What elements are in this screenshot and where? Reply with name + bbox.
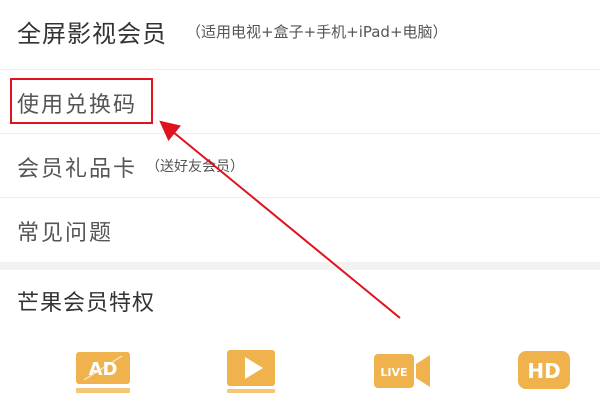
hd-icon[interactable]: HD [515, 342, 575, 400]
menu-item-gift-card[interactable]: 会员礼品卡 （送好友会员） [0, 134, 600, 198]
membership-header: 全屏影视会员 （适用电视+盒子+手机+iPad+电脑） [0, 0, 600, 70]
menu-item-faq[interactable]: 常见问题 [0, 198, 600, 262]
membership-device-note: （适用电视+盒子+手机+iPad+电脑） [186, 23, 448, 41]
menu-item-label: 会员礼品卡 [17, 157, 138, 182]
menu-item-redeem-code[interactable]: 使用兑换码 [0, 70, 600, 134]
membership-page: 全屏影视会员 （适用电视+盒子+手机+iPad+电脑） 使用兑换码 会员礼品卡 … [0, 0, 600, 400]
menu-item-label: 使用兑换码 [17, 93, 138, 118]
menu-item-note: （送好友会员） [146, 159, 244, 175]
live-icon-text: LIVE [380, 366, 407, 379]
menu-item-label: 常见问题 [17, 221, 114, 246]
ad-free-icon[interactable]: AD [74, 342, 134, 400]
privileges-title: 芒果会员特权 [17, 291, 156, 316]
section-divider [0, 262, 600, 270]
hd-icon-text: HD [527, 359, 560, 383]
live-icon[interactable]: LIVE [372, 342, 432, 400]
membership-title: 全屏影视会员 [17, 20, 167, 48]
play-icon[interactable] [223, 342, 283, 400]
